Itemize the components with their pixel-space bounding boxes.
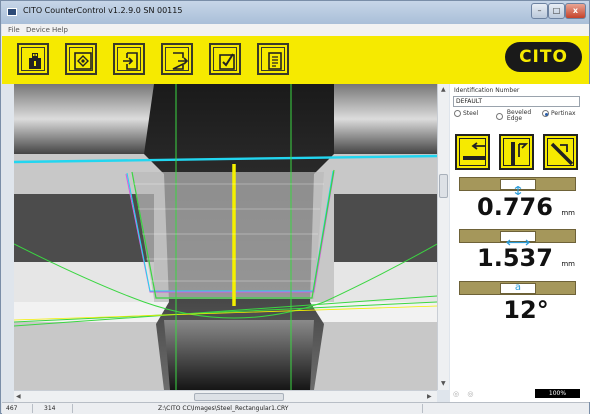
angle-badge: a [514,282,522,293]
groove-fill [132,172,324,299]
scroll-up-icon[interactable]: ▲ [441,86,446,93]
width-unit: mm [561,260,575,268]
radio-dot-icon [496,112,503,120]
width-indicator [500,231,536,246]
horizontal-measure-icon [463,142,486,160]
status-divider [32,404,33,413]
maximize-button[interactable]: □ [548,3,565,19]
scroll-down-icon[interactable]: ▼ [441,380,446,387]
measurement-panel: Identification Number DEFAULT Steel Beve… [450,84,590,402]
pause-icon[interactable]: ◎ [467,390,473,398]
material-label-beveled-edge: Beveled Edge [507,110,531,122]
export-button[interactable] [113,43,145,75]
depth-indicator [500,179,536,196]
checklist-button[interactable] [209,43,241,75]
record-icon[interactable]: ◎ [453,390,459,398]
angle-measure-button[interactable] [543,134,578,170]
zoom-indicator: 100% [535,389,580,398]
import-icon [172,52,189,70]
toolbar: CITO [2,36,589,84]
depth-value: 0.776 [477,193,553,221]
cito-logo: CITO [505,42,582,72]
cursor-y: 314 [44,405,56,412]
image-left-light-band [14,262,154,302]
material-radio-steel[interactable]: Steel [454,110,478,117]
cross-section-image[interactable] [14,84,437,390]
horizontal-scrollbar[interactable]: ◀ ▶ [14,390,437,402]
device-icon [29,53,41,69]
angle-bar: a [459,281,576,295]
vertical-scroll-thumb[interactable] [439,174,448,198]
status-divider [422,404,423,413]
radio-selected-icon [542,110,549,117]
material-radio-pertinax[interactable]: Pertinax [542,110,576,117]
horizontal-scroll-thumb[interactable] [194,393,284,401]
beveled-line-2: Edge [506,115,523,122]
vertical-measure-icon [511,142,529,166]
radio-dot-icon [454,110,461,117]
image-right-light-band [334,262,437,302]
logo-text: CITO [519,47,568,67]
report-icon [268,52,282,70]
image-right-dark-band [334,194,437,264]
vertical-measure-button[interactable] [499,134,534,170]
title-bar[interactable]: CITO CounterControl v1.2.9.0 SN 00115 – … [1,1,589,24]
file-path: Z:\CITO CC\Images\Steel_Rectangular1.CRY [158,405,289,412]
target-icon [74,52,92,70]
minimize-button[interactable]: – [531,3,548,19]
checklist-icon [219,53,235,70]
import-button[interactable] [161,43,193,75]
width-readout: 1.537 mm [470,244,582,272]
identification-label: Identification Number [454,87,520,94]
menu-help[interactable]: Help [52,26,68,34]
menu-bar: File Device Help [2,24,589,36]
device-button[interactable] [17,43,49,75]
material-radio-beveled-edge[interactable]: Beveled Edge [496,110,531,122]
app-window: CITO CounterControl v1.2.9.0 SN 00115 – … [0,0,590,414]
material-label-pertinax: Pertinax [551,110,576,117]
angle-measure-icon [550,142,574,166]
measurement-canvas[interactable] [14,84,437,390]
window-title: CITO CounterControl v1.2.9.0 SN 00115 [23,6,183,15]
width-value: 1.537 [477,244,553,272]
app-icon [7,8,17,16]
status-divider [72,404,73,413]
menu-file[interactable]: File [8,26,20,34]
horizontal-measure-button[interactable] [455,134,490,170]
angle-indicator: a [500,282,536,294]
panel-status-icons: ◎ ◎ [453,390,473,398]
report-button[interactable] [257,43,289,75]
export-icon [123,52,138,70]
angle-value: 12° [503,296,549,324]
cursor-x: 467 [6,405,18,412]
material-label-steel: Steel [463,110,479,117]
scroll-left-icon[interactable]: ◀ [16,393,21,400]
angle-readout: 12° [470,296,582,324]
identification-input[interactable]: DEFAULT [453,96,580,107]
depth-readout: 0.776 mm [470,193,582,221]
vertical-scrollbar[interactable]: ▲ ▼ [437,84,449,390]
target-button[interactable] [65,43,97,75]
depth-bar [459,177,576,196]
depth-unit: mm [561,209,575,217]
menu-device[interactable]: Device [26,26,50,34]
close-button[interactable]: x [565,3,586,19]
scroll-right-icon[interactable]: ▶ [427,393,432,400]
width-bar [459,229,576,246]
status-bar: 467 314 Z:\CITO CC\Images\Steel_Rectangu… [2,402,589,414]
